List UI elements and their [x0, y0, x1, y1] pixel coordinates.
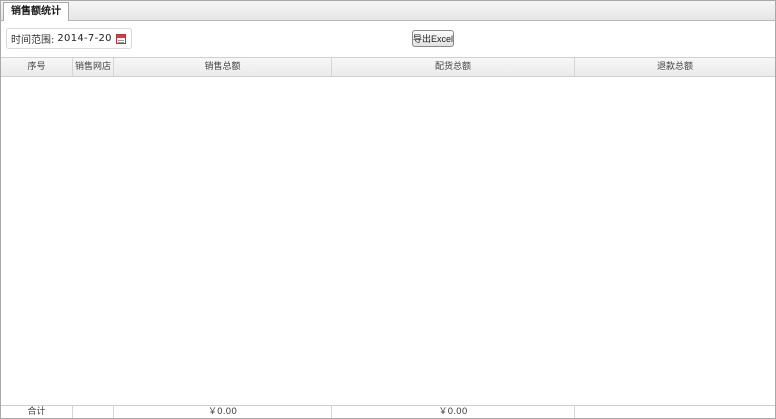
tab-sales-statistics[interactable]: 销售额统计: [3, 2, 69, 21]
column-header-distribution-total[interactable]: 配货总额: [332, 58, 575, 76]
date-value[interactable]: 2014-7-20: [57, 33, 111, 44]
column-header-store[interactable]: 销售网店: [73, 58, 114, 76]
toolbar: 时间范围: 2014-7-20 导出Excel: [1, 21, 775, 57]
grid-footer-summary: 合计 ￥0.00 ￥0.00: [1, 405, 775, 418]
grid-header: 序号 销售网店 销售总额 配货总额 退款总额: [1, 57, 775, 77]
calendar-icon[interactable]: [115, 33, 126, 44]
export-excel-button[interactable]: 导出Excel: [412, 30, 454, 47]
column-header-refund-total[interactable]: 退款总额: [575, 58, 775, 76]
footer-sales-total: ￥0.00: [114, 406, 332, 418]
column-header-index[interactable]: 序号: [1, 58, 73, 76]
footer-store: [73, 406, 114, 418]
footer-refund-total: [575, 406, 775, 418]
grid-body: [1, 77, 775, 406]
sales-grid: 序号 销售网店 销售总额 配货总额 退款总额 合计 ￥0.00 ￥0.00: [1, 57, 775, 418]
date-range-label: 时间范围:: [11, 35, 55, 46]
date-range-field[interactable]: 时间范围: 2014-7-20: [6, 28, 132, 49]
window-frame: 销售额统计 时间范围: 2014-7-20 导出Excel 序号 销售网店 销售…: [0, 0, 776, 419]
footer-distribution-total: ￥0.00: [332, 406, 575, 418]
footer-total-label: 合计: [1, 406, 73, 418]
column-header-sales-total[interactable]: 销售总额: [114, 58, 332, 76]
tab-bar: 销售额统计: [1, 1, 775, 21]
